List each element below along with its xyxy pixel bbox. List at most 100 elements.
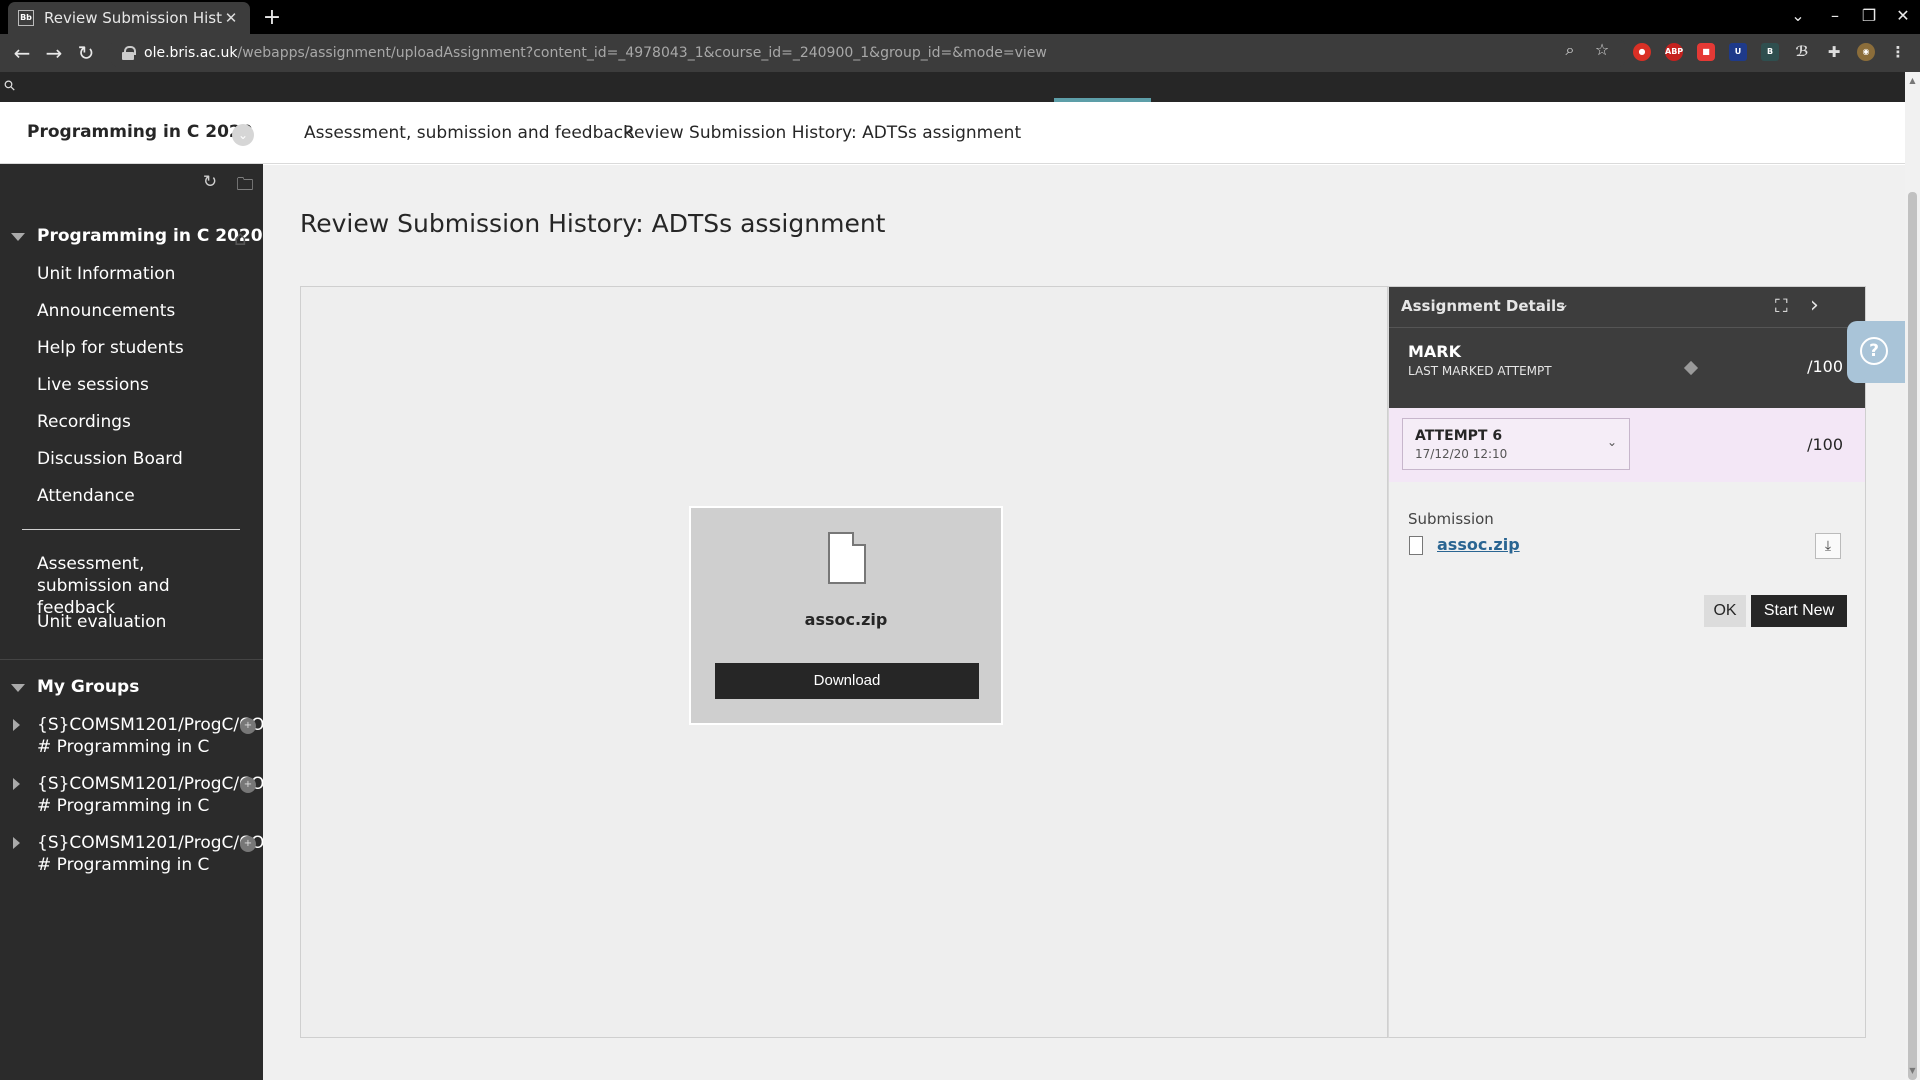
mark-box: MARK LAST MARKED ATTEMPT /100 xyxy=(1389,327,1865,408)
group-item[interactable]: {S}COMSM1201/ProgC/COMS# Programming in … xyxy=(37,773,263,817)
forward-icon[interactable]: → xyxy=(40,39,68,67)
new-tab-icon[interactable]: + xyxy=(260,5,284,30)
breadcrumb-item-current: Review Submission History: ADTSs assignm… xyxy=(623,123,1022,143)
tab-search-icon[interactable]: ⌄ xyxy=(1786,6,1810,25)
main-content: Review Submission History: ADTSs assignm… xyxy=(263,165,1905,1080)
group-item[interactable]: {S}COMSM1201/ProgC/COMS# Programming in … xyxy=(37,832,263,876)
blackboard-favicon-icon: Bb xyxy=(18,10,34,26)
download-button[interactable]: Download xyxy=(715,663,979,699)
group-name: {S}COMSM1201/ProgC/COMS xyxy=(37,774,263,794)
group-name: {S}COMSM1201/ProgC/COMS xyxy=(37,833,263,853)
browser-tab[interactable]: Bb Review Submission History: ADTSs assi… xyxy=(8,2,250,34)
profile-icon[interactable]: ◉ xyxy=(1857,43,1875,61)
scrollbar[interactable]: ▲ ▼ xyxy=(1905,72,1920,1080)
extensions-icon[interactable]: ✚ xyxy=(1825,43,1843,61)
browser-toolbar: ← → ↻ ole.bris.ac.uk/webapps/assignment/… xyxy=(0,34,1920,72)
sidebar-item-announcements[interactable]: Announcements xyxy=(37,300,175,322)
file-icon xyxy=(828,532,866,584)
link-icon[interactable]: ⚲ xyxy=(1,77,20,96)
tab-title: Review Submission History: ADTSs assignm… xyxy=(44,9,222,27)
breadcrumb: Programming in C 2020 ⌄ Assessment, subm… xyxy=(0,102,1905,164)
home-icon[interactable]: ⌂ xyxy=(234,226,247,250)
sidebar-item-recordings[interactable]: Recordings xyxy=(37,411,131,433)
collapse-icon[interactable] xyxy=(11,233,25,241)
extension-red-icon[interactable]: ● xyxy=(1633,43,1651,61)
panel-header: Assignment Details ⌄ ⛶ › xyxy=(1389,287,1865,327)
url-path: /webapps/assignment/uploadAssignment?con… xyxy=(237,45,1047,61)
chevron-right-icon[interactable]: › xyxy=(1810,293,1819,318)
extension-stop-icon[interactable]: ■ xyxy=(1697,43,1715,61)
sidebar-item-unit-evaluation[interactable]: Unit evaluation xyxy=(37,611,166,633)
sidebar-item-help-for-students[interactable]: Help for students xyxy=(37,337,184,359)
attempt-row: ATTEMPT 6 17/12/20 12:10 ⌄ /100 xyxy=(1389,408,1865,482)
sidebar-item-unit-information[interactable]: Unit Information xyxy=(37,263,175,285)
folder-icon[interactable]: 🗀 xyxy=(234,172,256,201)
sidebar-item-discussion-board[interactable]: Discussion Board xyxy=(37,448,183,470)
lock-icon xyxy=(122,46,136,60)
file-card: assoc.zip Download xyxy=(689,506,1003,725)
page-title: Review Submission History: ADTSs assignm… xyxy=(300,209,886,238)
adblock-icon[interactable]: ABP xyxy=(1665,43,1683,61)
chevron-down-icon: ⌄ xyxy=(1606,435,1617,449)
breadcrumb-course[interactable]: Programming in C 2020 xyxy=(27,122,253,142)
minimize-icon[interactable]: – xyxy=(1823,6,1847,25)
reload-icon[interactable]: ↻ xyxy=(72,39,100,67)
sidebar-item-assessment[interactable]: Assessment, submission and feedback xyxy=(37,553,237,619)
menu-divider xyxy=(22,529,240,530)
expand-group-icon[interactable] xyxy=(13,719,20,731)
group-course: # Programming in C xyxy=(37,855,210,875)
bb-top-strip: ⚲ xyxy=(0,72,1920,102)
expand-group-icon[interactable] xyxy=(13,837,20,849)
star-icon[interactable]: ☆ xyxy=(1592,40,1612,59)
refresh-icon[interactable]: ↻ xyxy=(199,172,221,192)
mark-score: /100 xyxy=(1807,357,1843,376)
mark-subtitle: LAST MARKED ATTEMPT xyxy=(1408,364,1552,378)
collapse-groups-icon[interactable] xyxy=(11,684,25,692)
scroll-down-icon[interactable]: ▼ xyxy=(1908,1066,1917,1075)
extension-bookmark-icon[interactable]: B xyxy=(1761,43,1779,61)
file-name: assoc.zip xyxy=(804,610,888,629)
assignment-details-toggle[interactable]: Assignment Details xyxy=(1401,297,1565,315)
restore-icon[interactable]: ❐ xyxy=(1857,6,1881,25)
mark-title: MARK xyxy=(1408,342,1462,361)
question-icon: ? xyxy=(1860,337,1888,365)
help-button[interactable]: ? xyxy=(1847,321,1905,383)
expand-group-icon[interactable] xyxy=(13,778,20,790)
group-options-icon[interactable]: + xyxy=(240,718,256,734)
group-course: # Programming in C xyxy=(37,737,210,757)
my-groups-heading[interactable]: My Groups xyxy=(37,677,139,697)
start-new-button[interactable]: Start New xyxy=(1751,595,1847,627)
file-icon xyxy=(1409,536,1423,555)
zoom-icon[interactable]: ⌕ xyxy=(1560,40,1580,60)
menu-icon[interactable]: ⋮ xyxy=(1889,43,1907,61)
back-icon[interactable]: ← xyxy=(8,39,36,67)
attempt-title: ATTEMPT 6 xyxy=(1415,428,1503,444)
attempt-score[interactable]: /100 xyxy=(1807,435,1843,454)
extension-script-icon[interactable]: ℬ xyxy=(1793,43,1811,61)
browser-tabstrip: Bb Review Submission History: ADTSs assi… xyxy=(0,0,1920,34)
attempt-select[interactable]: ATTEMPT 6 17/12/20 12:10 ⌄ xyxy=(1402,418,1630,470)
address-bar[interactable]: ole.bris.ac.uk/webapps/assignment/upload… xyxy=(108,37,1628,69)
extension-shield-icon[interactable]: U xyxy=(1729,43,1747,61)
course-menu-heading[interactable]: Programming in C 2020 xyxy=(37,226,263,246)
fullscreen-icon[interactable]: ⛶ xyxy=(1775,296,1788,317)
ok-button[interactable]: OK xyxy=(1704,595,1746,627)
attempt-date: 17/12/20 12:10 xyxy=(1415,447,1508,461)
chevron-down-icon[interactable]: ⌄ xyxy=(232,124,254,146)
chevron-down-icon[interactable]: ⌄ xyxy=(1559,297,1569,311)
group-options-icon[interactable]: + xyxy=(240,836,256,852)
scroll-thumb[interactable] xyxy=(1908,192,1917,1080)
group-name: {S}COMSM1201/ProgC/COMS xyxy=(37,715,263,735)
url-host: ole.bris.ac.uk xyxy=(144,45,238,61)
close-window-icon[interactable]: ✕ xyxy=(1891,6,1915,25)
close-tab-icon[interactable]: ✕ xyxy=(222,9,240,27)
download-icon[interactable]: ⤓ xyxy=(1815,533,1841,559)
group-options-icon[interactable]: + xyxy=(240,777,256,793)
submission-file-link[interactable]: assoc.zip xyxy=(1437,535,1520,554)
course-menu: ↻ 🗀 Programming in C 2020 ⌂ Unit Informa… xyxy=(0,164,263,1080)
breadcrumb-item-assessment[interactable]: Assessment, submission and feedback xyxy=(304,123,633,143)
scroll-up-icon[interactable]: ▲ xyxy=(1908,76,1917,85)
sidebar-item-live-sessions[interactable]: Live sessions xyxy=(37,374,149,396)
group-item[interactable]: {S}COMSM1201/ProgC/COMS# Programming in … xyxy=(37,714,263,758)
sidebar-item-attendance[interactable]: Attendance xyxy=(37,485,135,507)
